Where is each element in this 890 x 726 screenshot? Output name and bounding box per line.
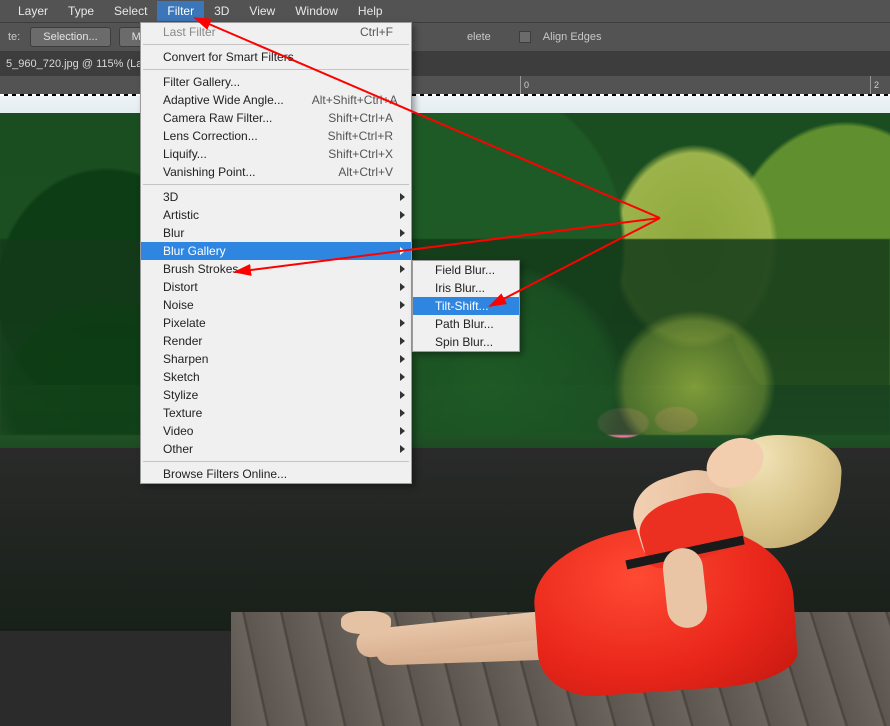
menu-item-blur[interactable]: Blur <box>141 224 411 242</box>
menu-item-texture[interactable]: Texture <box>141 404 411 422</box>
submenu-item-path-blur[interactable]: Path Blur... <box>413 315 519 333</box>
align-edges-label: Align Edges <box>543 31 604 43</box>
menu-item-camera-raw[interactable]: Camera Raw Filter... Shift+Ctrl+A <box>141 109 411 127</box>
options-bar: te: Selection... Mask elete Align Edges <box>0 22 890 52</box>
selection-button[interactable]: Selection... <box>30 27 110 47</box>
menu-item-filter-gallery[interactable]: Filter Gallery... <box>141 73 411 91</box>
menu-help[interactable]: Help <box>348 1 393 21</box>
submenu-item-iris-blur[interactable]: Iris Blur... <box>413 279 519 297</box>
menu-item-liquify[interactable]: Liquify... Shift+Ctrl+X <box>141 145 411 163</box>
menu-item-noise[interactable]: Noise <box>141 296 411 314</box>
menu-item-brush-strokes[interactable]: Brush Strokes <box>141 260 411 278</box>
submenu-arrow-icon <box>400 283 405 291</box>
toolbar-label-delete: elete <box>467 31 493 43</box>
menu-item-other[interactable]: Other <box>141 440 411 458</box>
menu-item-distort[interactable]: Distort <box>141 278 411 296</box>
submenu-arrow-icon <box>400 193 405 201</box>
image-content <box>0 94 890 726</box>
menu-layer[interactable]: Layer <box>8 1 58 21</box>
submenu-item-field-blur[interactable]: Field Blur... <box>413 261 519 279</box>
submenu-arrow-icon <box>400 427 405 435</box>
submenu-item-spin-blur[interactable]: Spin Blur... <box>413 333 519 351</box>
submenu-arrow-icon <box>400 409 405 417</box>
submenu-arrow-icon <box>400 229 405 237</box>
menu-item-lens-correction[interactable]: Lens Correction... Shift+Ctrl+R <box>141 127 411 145</box>
menu-item-render[interactable]: Render <box>141 332 411 350</box>
menubar: Layer Type Select Filter 3D View Window … <box>0 0 890 22</box>
menu-filter[interactable]: Filter <box>157 1 204 21</box>
menu-item-convert-smart[interactable]: Convert for Smart Filters <box>141 48 411 66</box>
menu-item-last-filter[interactable]: Last Filter Ctrl+F <box>141 23 411 41</box>
menu-window[interactable]: Window <box>285 1 348 21</box>
canvas[interactable]: 0 2 <box>0 76 890 726</box>
menu-item-pixelate[interactable]: Pixelate <box>141 314 411 332</box>
submenu-arrow-icon <box>400 337 405 345</box>
submenu-arrow-icon <box>400 247 405 255</box>
document-tab-bar: 5_960_720.jpg @ 115% (La <box>0 52 890 76</box>
menu-item-3d[interactable]: 3D <box>141 188 411 206</box>
menu-item-browse-filters-online[interactable]: Browse Filters Online... <box>141 465 411 483</box>
selection-marquee <box>0 94 890 96</box>
menu-item-sketch[interactable]: Sketch <box>141 368 411 386</box>
menu-type[interactable]: Type <box>58 1 104 21</box>
menu-item-sharpen[interactable]: Sharpen <box>141 350 411 368</box>
ruler-tick: 2 <box>870 76 879 94</box>
submenu-arrow-icon <box>400 319 405 327</box>
submenu-item-tilt-shift[interactable]: Tilt-Shift... <box>413 297 519 315</box>
submenu-arrow-icon <box>400 445 405 453</box>
submenu-arrow-icon <box>400 391 405 399</box>
submenu-arrow-icon <box>400 211 405 219</box>
menu-item-vanishing-point[interactable]: Vanishing Point... Alt+Ctrl+V <box>141 163 411 181</box>
submenu-arrow-icon <box>400 355 405 363</box>
menu-select[interactable]: Select <box>104 1 157 21</box>
menu-item-adaptive-wide-angle[interactable]: Adaptive Wide Angle... Alt+Shift+Ctrl+A <box>141 91 411 109</box>
menu-item-blur-gallery[interactable]: Blur Gallery <box>141 242 411 260</box>
menu-item-video[interactable]: Video <box>141 422 411 440</box>
toolbar-label-te: te: <box>8 31 22 43</box>
align-edges-checkbox[interactable] <box>519 31 531 43</box>
menu-item-stylize[interactable]: Stylize <box>141 386 411 404</box>
ruler-tick: 0 <box>520 76 529 94</box>
submenu-arrow-icon <box>400 373 405 381</box>
filter-menu-dropdown: Last Filter Ctrl+F Convert for Smart Fil… <box>140 22 412 484</box>
menu-item-artistic[interactable]: Artistic <box>141 206 411 224</box>
blur-gallery-submenu: Field Blur... Iris Blur... Tilt-Shift...… <box>412 260 520 352</box>
menu-view[interactable]: View <box>239 1 285 21</box>
menu-3d[interactable]: 3D <box>204 1 239 21</box>
document-tab[interactable]: 5_960_720.jpg @ 115% (La <box>6 58 142 70</box>
submenu-arrow-icon <box>400 301 405 309</box>
submenu-arrow-icon <box>400 265 405 273</box>
ruler-horizontal: 0 2 <box>0 76 890 94</box>
